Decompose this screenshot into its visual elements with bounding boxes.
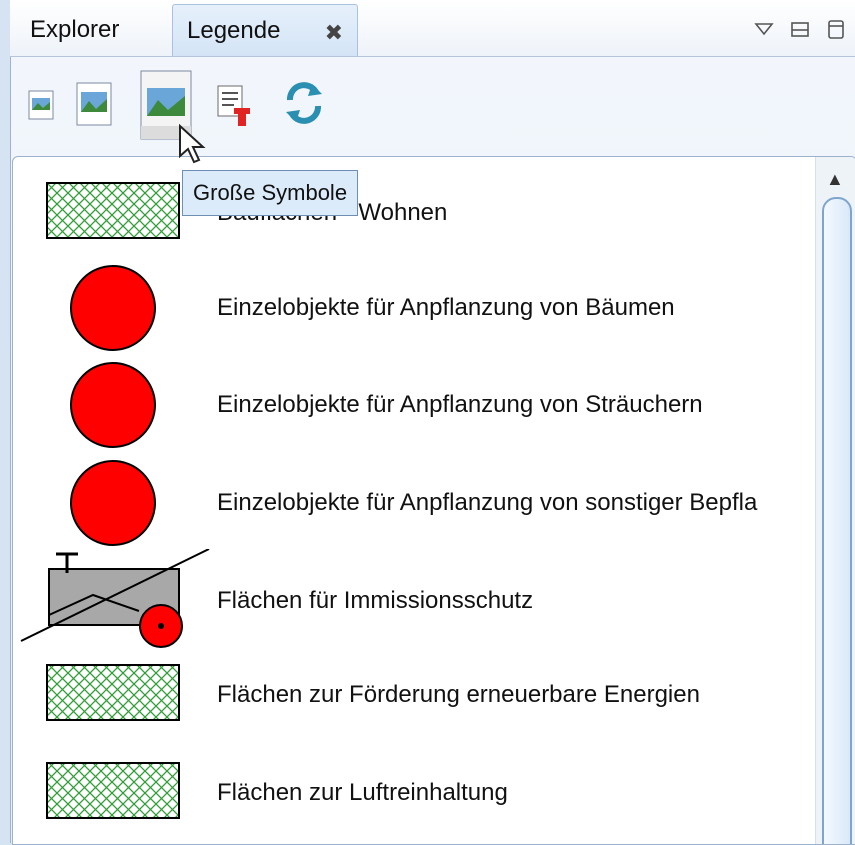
tooltip: Große Symbole bbox=[182, 170, 359, 216]
legend-item-label: Flächen für Immissionsschutz bbox=[217, 587, 534, 614]
red-circle-symbol bbox=[13, 457, 213, 547]
green-hatch-symbol bbox=[13, 651, 213, 741]
medium-symbols-icon[interactable] bbox=[76, 82, 112, 126]
export-legend-icon[interactable] bbox=[216, 84, 254, 128]
list-item[interactable]: Bauflächen - Wohnen bbox=[13, 171, 813, 261]
legend-item-label: Einzelobjekte für Anpflanzung von sonsti… bbox=[217, 489, 758, 516]
list-item[interactable]: Flächen für Immissionsschutz bbox=[13, 548, 813, 648]
legend-list: Bauflächen - Wohnen Einzelobjekte für An… bbox=[12, 156, 855, 845]
tab-explorer[interactable]: Explorer bbox=[20, 4, 170, 56]
list-item[interactable]: Flächen zur Luftreinhaltung bbox=[13, 749, 813, 839]
minimize-icon[interactable] bbox=[789, 18, 811, 40]
small-symbols-icon[interactable] bbox=[28, 90, 54, 120]
red-circle-symbol bbox=[13, 359, 213, 449]
vertical-scrollbar[interactable]: ▲ bbox=[815, 157, 855, 844]
view-controls bbox=[753, 18, 847, 40]
tab-legende[interactable]: Legende ✖ bbox=[172, 4, 358, 56]
legend-item-label: Flächen zur Förderung erneuerbare Energi… bbox=[217, 681, 700, 708]
green-hatch-symbol bbox=[13, 749, 213, 839]
list-item[interactable]: Einzelobjekte für Anpflanzung von sonsti… bbox=[13, 457, 813, 547]
mouse-cursor-icon bbox=[178, 123, 208, 171]
close-icon[interactable]: ✖ bbox=[325, 7, 343, 59]
tab-strip: Explorer Legende ✖ bbox=[10, 0, 855, 57]
list-item[interactable]: Flächen zur Förderung erneuerbare Energi… bbox=[13, 651, 813, 741]
legend-item-label: Einzelobjekte für Anpflanzung von Bäumen bbox=[217, 294, 675, 321]
maximize-icon[interactable] bbox=[825, 18, 847, 40]
red-circle-symbol bbox=[13, 262, 213, 352]
legend-item-label: Flächen zur Luftreinhaltung bbox=[217, 779, 508, 806]
list-item[interactable]: Einzelobjekte für Anpflanzung von Sträuc… bbox=[13, 359, 813, 449]
tab-legende-label: Legende bbox=[187, 17, 281, 44]
tab-explorer-label: Explorer bbox=[30, 16, 120, 43]
scroll-up-icon[interactable]: ▲ bbox=[826, 169, 844, 190]
view-menu-icon[interactable] bbox=[753, 18, 775, 40]
list-item[interactable]: Einzelobjekte für Anpflanzung von Bäumen bbox=[13, 262, 813, 352]
scroll-thumb[interactable] bbox=[822, 197, 852, 844]
legend-item-label: Einzelobjekte für Anpflanzung von Sträuc… bbox=[217, 391, 703, 418]
immission-symbol bbox=[13, 548, 213, 648]
refresh-icon[interactable] bbox=[282, 78, 326, 128]
